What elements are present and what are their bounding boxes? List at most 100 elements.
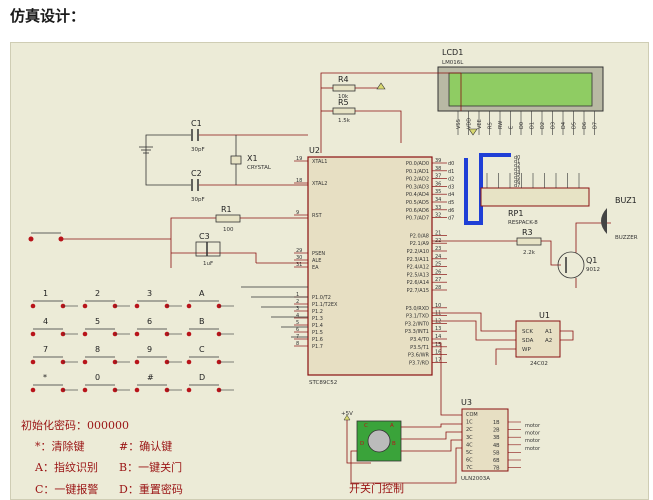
key-label: 0 — [95, 373, 100, 382]
mcu-right-pin-label: P2.6/A14 — [407, 280, 429, 286]
lcd-pin-label: D3 — [551, 122, 557, 129]
u3-left-pin: 6C — [466, 458, 473, 464]
capacitor-c1: C1 30pF — [191, 119, 205, 153]
u1-pin-a1: A1 — [545, 329, 552, 335]
key-terminal — [82, 303, 88, 309]
reset-switch — [28, 232, 64, 242]
u3-right-pin: 5B — [493, 450, 500, 456]
lcd-pin-label: VDD — [467, 118, 473, 129]
mcu-left-pin-label: P1.1/T2EX — [312, 302, 338, 308]
mcu-right-pin-label: P2.1/A9 — [410, 241, 429, 247]
r4-ref: R4 — [338, 75, 349, 84]
key-terminal — [30, 303, 36, 309]
svg-text:B: B — [392, 441, 396, 447]
mcu-right-pin-label: P0.2/AD2 — [406, 177, 429, 183]
lcd-screen — [448, 72, 593, 107]
key-terminal — [30, 331, 36, 337]
note-star: *：清除键 — [35, 439, 85, 453]
keypad-key: # — [134, 373, 182, 393]
r5-body — [332, 107, 356, 115]
mcu-left-pin-label: RST — [312, 213, 323, 219]
key-label: * — [43, 373, 47, 382]
mcu-left-pin-label: ALE — [312, 258, 321, 264]
r5-ref: R5 — [338, 98, 349, 107]
key-label: 2 — [95, 289, 100, 298]
crystal-x1: X1 CRYSTAL — [230, 154, 272, 171]
note-d: D：重置密码 — [119, 482, 183, 496]
u3-left-pin: 3C — [466, 435, 473, 441]
mcu-right-pin-label: P2.3/A11 — [407, 257, 429, 263]
page-heading: 仿真设计： — [10, 7, 86, 25]
q1-part: 9012 — [586, 267, 600, 273]
mcu-left-pin-num: 2 — [296, 299, 299, 305]
mcu-right-pin-num: 17 — [435, 357, 441, 363]
key-terminal — [134, 303, 140, 309]
mcu-right-pin-num: 28 — [435, 285, 441, 291]
bus-net-label: d2 — [448, 177, 454, 183]
key-label: D — [199, 373, 205, 382]
keypad-key: 9 — [134, 345, 182, 365]
resistor-r1: R1 100 — [215, 205, 241, 233]
mcu-right-pin-num: 26 — [435, 269, 441, 275]
mcu-left-pin-num: 6 — [296, 327, 299, 333]
buz1-ref: BUZ1 — [615, 196, 637, 205]
mcu-right-pin-num: 21 — [435, 230, 441, 236]
x1-part: CRYSTAL — [247, 165, 272, 171]
key-label: C — [199, 345, 205, 354]
vcc-arrow-lcd — [468, 128, 478, 136]
note-c: C：一键报警 — [35, 482, 98, 496]
mcu-right-pin-label: P2.0/A8 — [410, 233, 429, 239]
keypad-key: 3 — [134, 289, 182, 309]
note-init-pwd: 初始化密码：000000 — [21, 418, 129, 432]
mcu-right-pin-label: P2.4/A12 — [407, 265, 429, 271]
mcu-left-pin-label: PSEN — [312, 251, 325, 257]
lcd-pin-label: D6 — [582, 122, 588, 129]
mcu-right-pin-num: 24 — [435, 254, 441, 260]
lcd-pin-label: VSS — [456, 119, 462, 129]
bus-net-label: d5 — [448, 200, 454, 206]
rp1-ref: RP1 — [508, 209, 523, 218]
u3-right-pin: 6B — [493, 458, 500, 464]
schematic-canvas: LCD1 LM016L VSS VDD VEE RS RW E D0 D1 D2 D3 D4 D5 D6… — [10, 42, 649, 500]
mcu-left-pin-label: XTAL1 — [312, 159, 327, 165]
mcu-right-pin-label: P0.6/AD6 — [406, 208, 429, 214]
u3-left-pin: 4C — [466, 442, 473, 448]
key-label: B — [199, 317, 205, 326]
mcu-right-pins: P0.0/AD0 39 P0.1/AD1 38 P0.2/AD2 37 P0.3/AD3 36… — [405, 158, 447, 366]
bus-net-label: d6 — [448, 208, 454, 214]
mcu-right-pin-label: P2.7/A15 — [407, 288, 429, 294]
mcu-right-pin-num: 35 — [435, 189, 441, 195]
u3-left-pin: COM — [466, 412, 478, 418]
lcd-ref: LCD1 — [442, 48, 463, 57]
lcd-pin-label: D2 — [540, 122, 546, 129]
mcu-right-pin-num: 16 — [435, 350, 441, 356]
c3-value: 1uF — [203, 261, 213, 267]
mcu-left-pin-num: 9 — [296, 210, 299, 216]
mcu-right-pin-num: 13 — [435, 326, 441, 332]
c2-value: 30pF — [191, 197, 205, 203]
mcu-right-pin-label: P0.5/AD5 — [406, 200, 429, 206]
svg-text:A: A — [390, 423, 394, 429]
key-label: 6 — [147, 317, 152, 326]
capacitor-c2: C2 30pF — [191, 169, 205, 203]
mcu-right-pin-label: P3.3/INT1 — [405, 329, 429, 335]
mcu-left-pin-num: 5 — [296, 320, 299, 326]
keypad-key: A — [186, 289, 234, 309]
mcu-right-pin-label: P0.0/AD0 — [406, 161, 429, 167]
mcu-right-pin-num: 33 — [435, 205, 441, 211]
key-terminal — [30, 359, 36, 365]
resistor-r3: R3 2.2k — [516, 228, 542, 256]
mcu-right-pin-label: P3.5/T1 — [410, 345, 429, 351]
note-a: A：指纹识别 — [34, 460, 98, 474]
keypad-key: * — [30, 373, 78, 393]
buzzer-buz1: BUZ1 BUZZER — [601, 196, 638, 241]
mcu-right-pin-num: 38 — [435, 166, 441, 172]
keypad-key: 5 — [82, 317, 130, 337]
mcu-right-pin-num: 27 — [435, 277, 441, 283]
u3-right-pin: 7B — [493, 466, 500, 472]
u3-ref: U3 — [461, 398, 472, 407]
mcu-right-pin-num: 32 — [435, 213, 441, 219]
key-label: 9 — [147, 345, 152, 354]
mcu-left-pin-label: XTAL2 — [312, 181, 327, 187]
mcu-right-pin-label: P3.0/RXD — [406, 306, 430, 312]
